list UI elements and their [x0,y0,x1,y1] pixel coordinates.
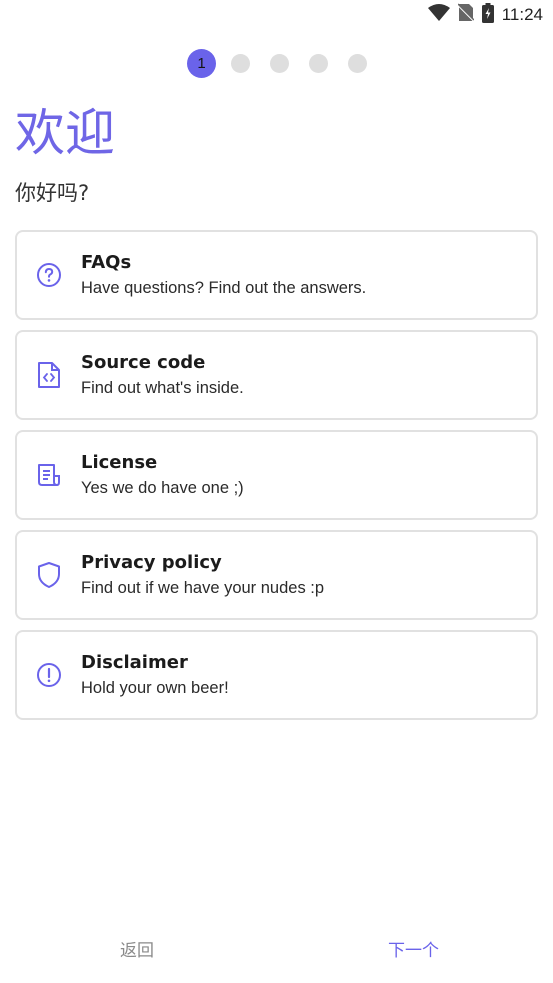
step-dot [270,54,289,73]
step-5 [343,49,372,78]
card-description: Have questions? Find out the answers. [81,279,367,297]
back-button[interactable]: 返回 [110,930,164,967]
step-1: 1 [187,49,216,78]
wifi-icon [427,3,450,27]
step-indicator: 1 [0,49,553,78]
card-title: Privacy policy [81,552,222,573]
card-description: Yes we do have one ;) [81,479,244,497]
step-dot [231,54,250,73]
card-title: FAQs [81,252,132,273]
card-license[interactable]: License Yes we do have one ;) [15,430,538,520]
step-dot [309,54,328,73]
status-icons: 11:24 [427,2,543,28]
bottom-navigation: 返回 下一个 [0,930,553,970]
status-bar: 11:24 [0,0,553,30]
card-faqs[interactable]: FAQs Have questions? Find out the answer… [15,230,538,320]
exclamation-circle-icon [17,662,81,688]
card-privacy-policy[interactable]: Privacy policy Find out if we have your … [15,530,538,620]
question-circle-icon [17,262,81,288]
document-icon [17,462,81,488]
page-title: 欢迎 [15,104,115,162]
card-description: Find out what's inside. [81,379,244,397]
card-title: Source code [81,352,206,373]
step-3 [265,49,294,78]
battery-charging-icon [481,2,494,28]
step-2 [226,49,255,78]
no-sim-icon [457,3,475,27]
card-disclaimer[interactable]: Disclaimer Hold your own beer! [15,630,538,720]
card-title: Disclaimer [81,652,188,673]
step-current: 1 [187,49,216,78]
card-title: License [81,452,158,473]
step-dot [348,54,367,73]
next-button[interactable]: 下一个 [378,930,449,967]
page-subtitle: 你好吗? [15,181,90,205]
code-file-icon [17,361,81,389]
status-time: 11:24 [501,5,543,24]
card-description: Hold your own beer! [81,679,229,697]
card-description: Find out if we have your nudes :p [81,579,325,597]
shield-icon [17,561,81,589]
step-4 [304,49,333,78]
info-card-list: FAQs Have questions? Find out the answer… [15,230,538,730]
card-source-code[interactable]: Source code Find out what's inside. [15,330,538,420]
